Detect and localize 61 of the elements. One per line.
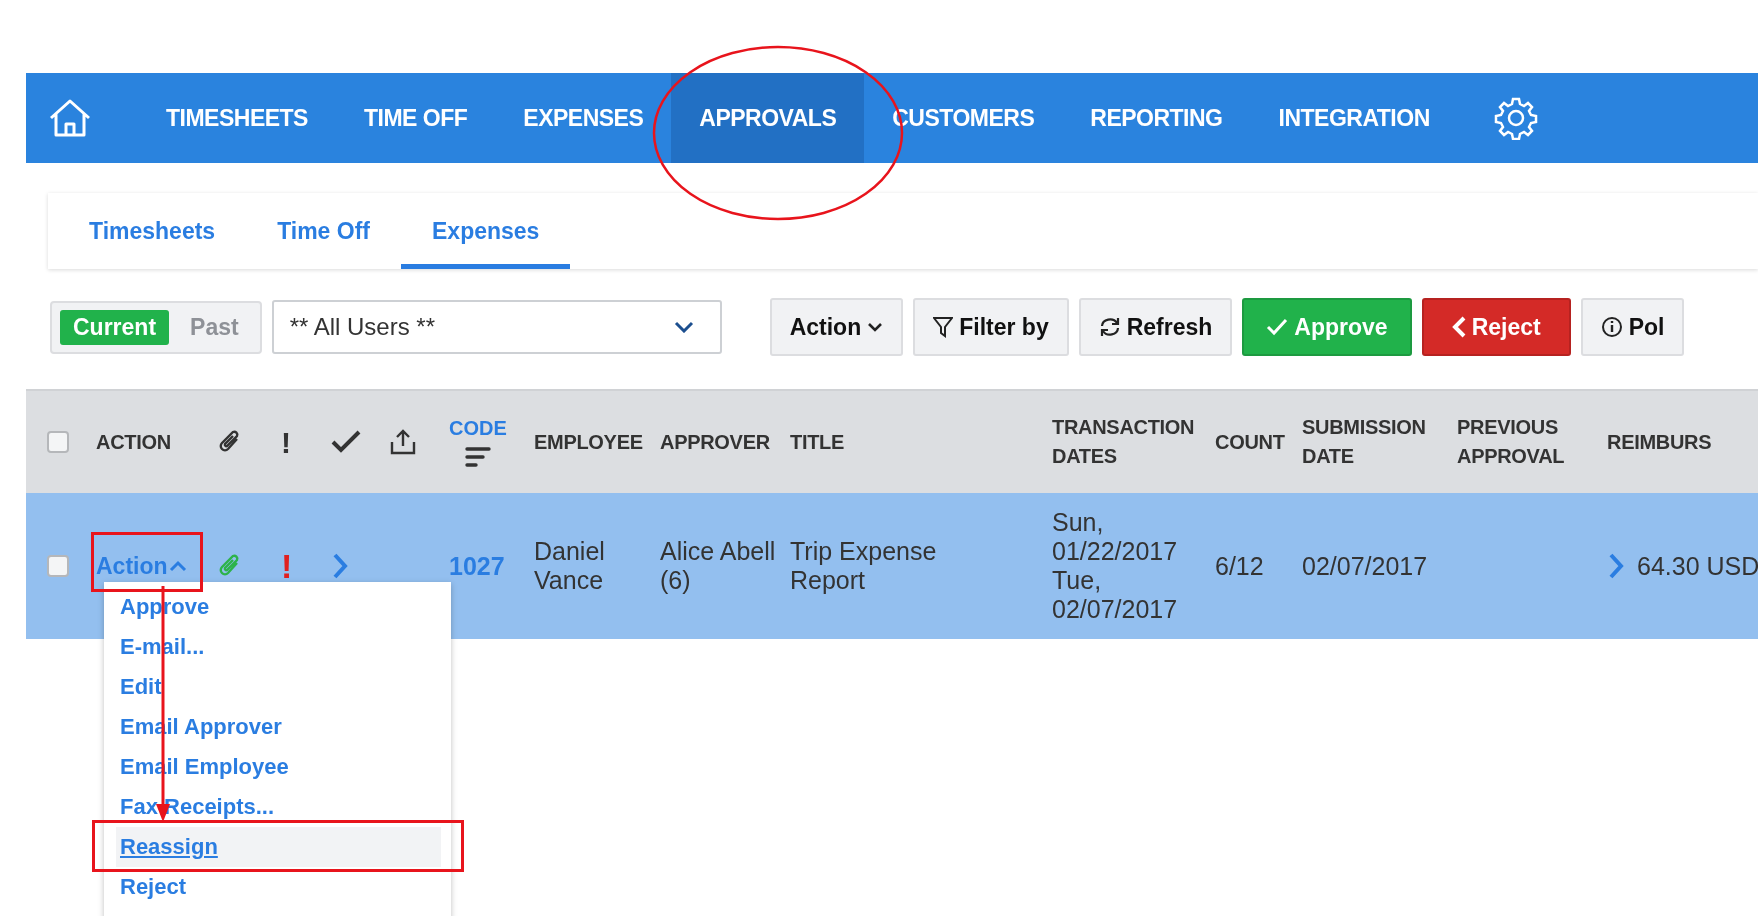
- period-option[interactable]: Past: [177, 309, 252, 345]
- filter-button[interactable]: Filter by: [913, 298, 1069, 356]
- nav-tab[interactable]: INTEGRATION: [1250, 73, 1458, 163]
- upload-icon: [389, 428, 417, 456]
- approve-button[interactable]: Approve: [1242, 298, 1412, 356]
- code-link[interactable]: 1027: [449, 551, 505, 581]
- menu-item[interactable]: Reassign: [116, 827, 441, 867]
- column-header: COUNT: [1215, 429, 1285, 455]
- column-header: PREVIOUS APPROVAL: [1457, 415, 1566, 469]
- column-header: !: [281, 427, 291, 457]
- sort-icon[interactable]: [464, 445, 491, 468]
- filter-icon: [933, 316, 954, 338]
- nav-tab[interactable]: TIME OFF: [335, 73, 496, 163]
- period-option[interactable]: Current: [60, 309, 170, 345]
- nav-tab[interactable]: EXPENSES: [495, 73, 672, 163]
- table-cell: 64.30 USD: [1637, 551, 1758, 581]
- user-select[interactable]: ** All Users **: [271, 300, 722, 354]
- chevron-down-icon: [673, 321, 694, 333]
- reject-button[interactable]: Reject: [1421, 298, 1571, 356]
- chevron-down-icon: [867, 321, 884, 333]
- chevron-right-icon[interactable]: [331, 552, 349, 580]
- table-cell-text: Trip Expense Report: [790, 537, 938, 595]
- select-all-checkbox[interactable]: [47, 431, 69, 453]
- settings-icon[interactable]: [1493, 96, 1538, 140]
- column-header: REIMBURS: [1607, 429, 1712, 455]
- nav-tab[interactable]: REPORTING: [1062, 73, 1251, 163]
- checkmark-icon: [1266, 318, 1289, 336]
- checkmark-icon: [331, 430, 361, 454]
- menu-item[interactable]: Reject: [116, 867, 441, 907]
- refresh-icon: [1098, 317, 1121, 337]
- refresh-button[interactable]: Refresh: [1078, 298, 1233, 356]
- table-cell-text: Alice Abell (6): [660, 537, 777, 595]
- column-header: EMPLOYEE: [534, 429, 643, 455]
- alert-mark: !: [281, 546, 293, 586]
- column-header: ACTION: [96, 429, 171, 455]
- sub-tab[interactable]: Time Off: [246, 193, 401, 269]
- row-checkbox[interactable]: [47, 555, 69, 577]
- column-header[interactable]: CODE: [449, 416, 507, 440]
- policy-button[interactable]: Pol: [1580, 298, 1685, 356]
- column-header: APPROVER: [660, 429, 770, 455]
- nav-tab[interactable]: APPROVALS: [671, 73, 865, 163]
- table-cell: 6/12: [1215, 551, 1264, 581]
- action-link[interactable]: Action: [96, 552, 187, 580]
- sub-tab[interactable]: Expenses: [401, 193, 571, 269]
- info-icon: [1600, 316, 1623, 338]
- menu-item[interactable]: Edit: [116, 667, 441, 707]
- action-dropdown[interactable]: Action: [769, 298, 904, 356]
- chevron-up-icon: [168, 560, 187, 572]
- column-header: TRANSACTION DATES: [1052, 415, 1196, 469]
- table-cell-text: Daniel Vance: [534, 537, 606, 595]
- home-icon[interactable]: [48, 98, 92, 138]
- table-cell: 02/07/2017: [1302, 551, 1428, 581]
- column-header: SUBMISSION DATE: [1302, 415, 1427, 469]
- table-cell-text: Sun, 01/22/2017: [1052, 508, 1179, 566]
- menu-item[interactable]: Fax Receipts...: [116, 787, 441, 827]
- sub-tab[interactable]: Timesheets: [58, 193, 247, 269]
- nav-tab[interactable]: TIMESHEETS: [138, 73, 336, 163]
- chevron-right-icon[interactable]: [1607, 552, 1625, 580]
- chevron-left-icon: [1451, 316, 1466, 338]
- table-cell-text: Tue, 02/07/2017: [1052, 566, 1179, 624]
- column-header: TITLE: [790, 429, 845, 455]
